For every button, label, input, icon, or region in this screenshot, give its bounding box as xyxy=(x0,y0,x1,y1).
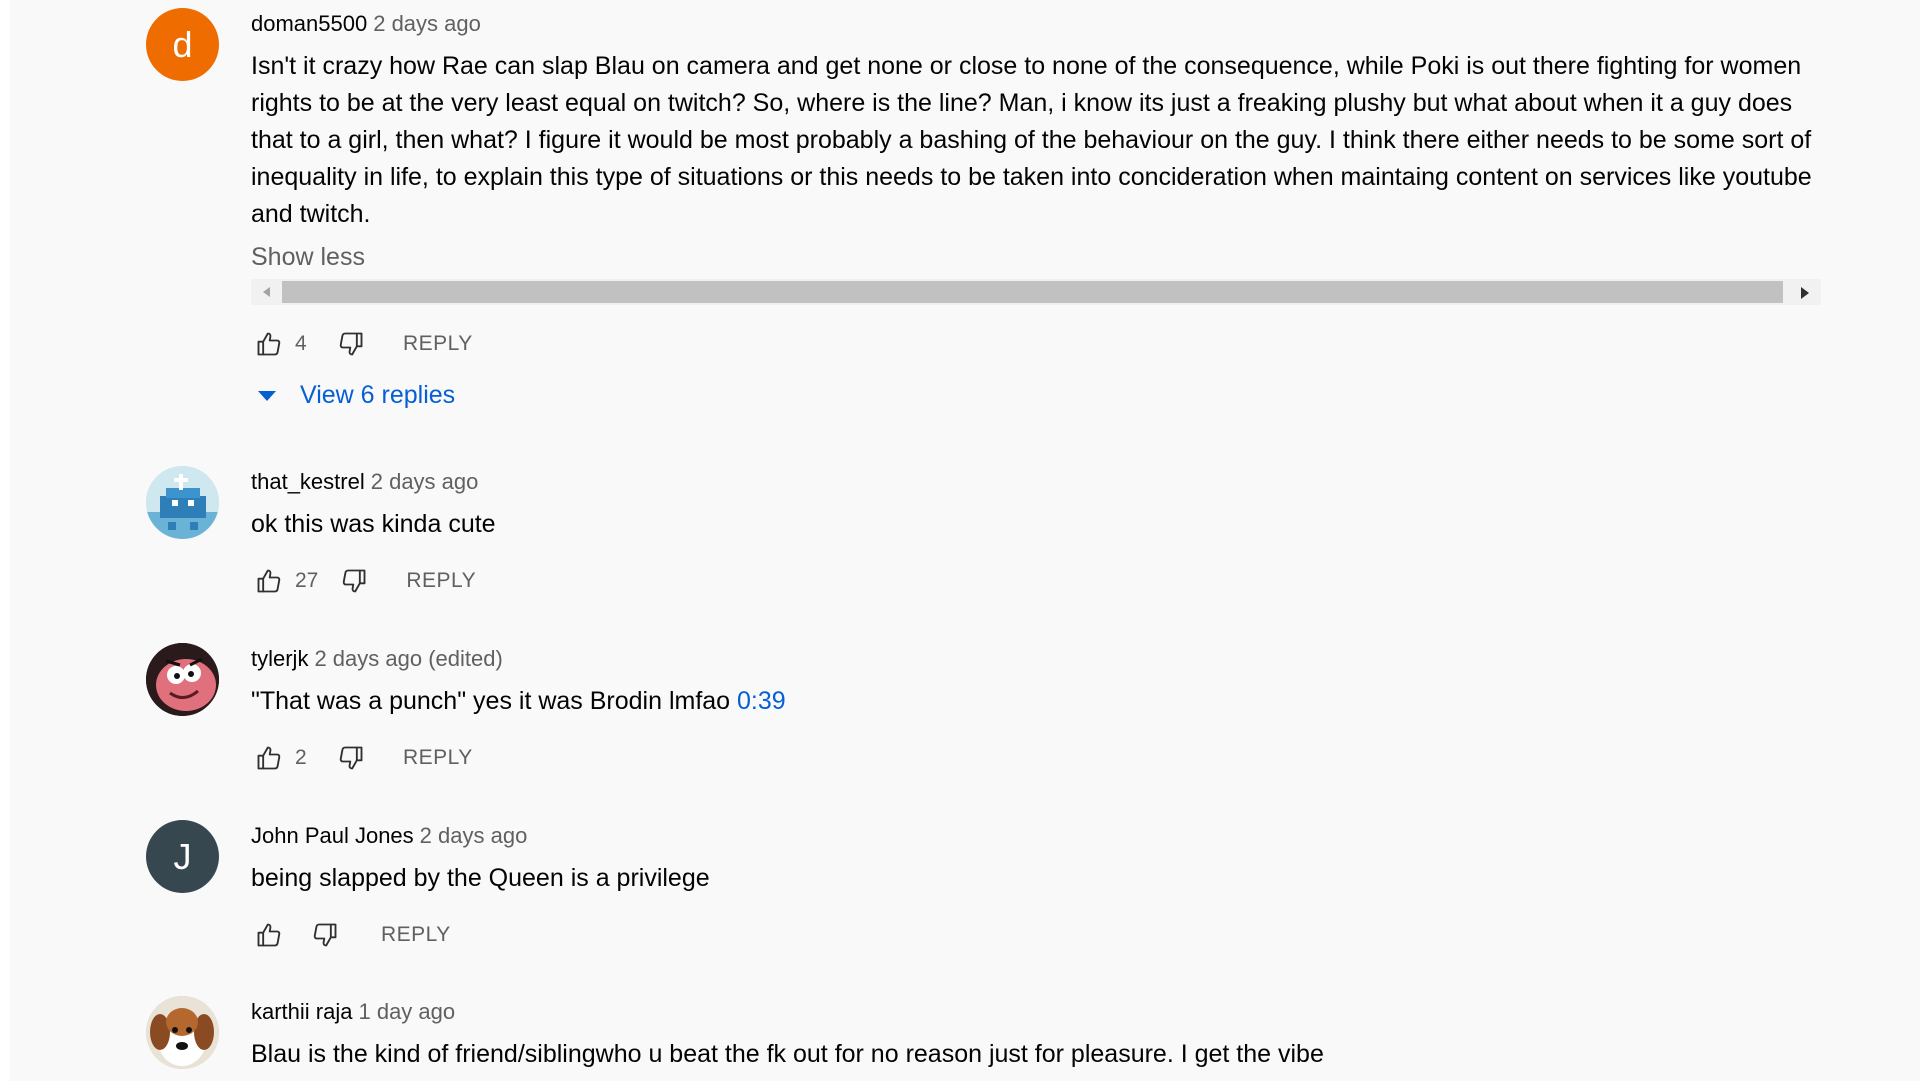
comment-time[interactable]: 2 days ago xyxy=(371,469,479,494)
comment-text: Isn't it crazy how Rae can slap Blau on … xyxy=(251,52,1812,228)
like-button[interactable] xyxy=(251,740,287,776)
view-replies-label: View 6 replies xyxy=(300,381,456,409)
comment-actions: REPLY xyxy=(251,917,451,953)
dislike-button[interactable] xyxy=(333,740,369,776)
thumbs-down-icon xyxy=(339,746,363,770)
comment-time[interactable]: 2 days ago (edited) xyxy=(314,646,502,671)
scrollbar-thumb[interactable] xyxy=(282,281,1783,303)
like-button[interactable] xyxy=(251,326,287,362)
timestamp-link[interactable]: 0:39 xyxy=(737,687,786,715)
avatar[interactable]: J xyxy=(146,820,219,893)
dislike-button[interactable] xyxy=(336,563,372,599)
scroll-right-icon[interactable] xyxy=(1801,287,1809,299)
avatar-letter: J xyxy=(173,835,192,877)
thumbs-down-icon xyxy=(313,923,337,947)
avatar-letter: d xyxy=(172,23,193,65)
reply-button[interactable]: REPLY xyxy=(403,332,473,356)
like-button[interactable] xyxy=(251,563,287,599)
comments-section: d doman5500 2 days ago Isn't it crazy how… xyxy=(10,0,1920,1081)
comment-text: "That was a punch" yes it was Brodin lmf… xyxy=(251,683,1821,720)
show-less-button[interactable]: Show less xyxy=(251,243,365,272)
reply-button[interactable]: REPLY xyxy=(406,569,476,593)
thumbs-up-icon xyxy=(257,746,281,770)
comment-actions: 2 REPLY xyxy=(251,740,473,776)
thumbs-up-icon xyxy=(257,332,281,356)
comment-author[interactable]: tylerjk xyxy=(251,646,308,671)
comment-text-body: "That was a punch" yes it was Brodin lmf… xyxy=(251,687,738,715)
comment-header: that_kestrel 2 days ago xyxy=(251,468,478,496)
like-count: 2 xyxy=(295,746,307,769)
thumbs-up-icon xyxy=(257,923,281,947)
comment-author[interactable]: karthii raja xyxy=(251,999,352,1024)
comment-author[interactable]: doman5500 xyxy=(251,11,367,36)
comment-time[interactable]: 2 days ago xyxy=(373,11,481,36)
comment-time[interactable]: 1 day ago xyxy=(358,999,455,1024)
like-count: 4 xyxy=(295,332,307,355)
pixel-art-icon xyxy=(146,466,219,539)
dislike-button[interactable] xyxy=(333,326,369,362)
comment-header: doman5500 2 days ago xyxy=(251,10,481,38)
comment-text: being slapped by the Queen is a privileg… xyxy=(251,864,710,892)
avatar[interactable] xyxy=(146,643,219,716)
comment-author[interactable]: John Paul Jones xyxy=(251,823,414,848)
like-count: 27 xyxy=(295,569,319,592)
comment-header: tylerjk 2 days ago (edited) xyxy=(251,645,503,673)
like-button[interactable] xyxy=(251,917,287,953)
avatar[interactable] xyxy=(146,996,219,1069)
scroll-left-icon[interactable] xyxy=(263,287,270,297)
reply-button[interactable]: REPLY xyxy=(381,923,451,947)
comment-author[interactable]: that_kestrel xyxy=(251,469,365,494)
comment-actions: 4 REPLY xyxy=(251,326,473,362)
comment-header: John Paul Jones 2 days ago xyxy=(251,822,527,850)
comment-time[interactable]: 2 days ago xyxy=(420,823,528,848)
dislike-button[interactable] xyxy=(307,917,343,953)
view-replies-button[interactable]: View 6 replies xyxy=(258,381,455,410)
caret-down-icon xyxy=(258,390,276,401)
reply-button[interactable]: REPLY xyxy=(403,746,473,770)
avatar[interactable] xyxy=(146,466,219,539)
avatar[interactable]: d xyxy=(146,8,219,81)
thumbs-down-icon xyxy=(343,569,366,593)
comment-text: Blau is the kind of friend/siblingwho u … xyxy=(251,1040,1324,1068)
comment-text: ok this was kinda cute xyxy=(251,510,496,538)
thumbs-down-icon xyxy=(339,332,363,356)
thumbs-up-icon xyxy=(257,569,281,593)
dog-photo-icon xyxy=(146,996,219,1069)
comment-header: karthii raja 1 day ago xyxy=(251,998,455,1026)
comment-actions: 27 REPLY xyxy=(251,563,476,599)
cartoon-character-icon xyxy=(146,643,219,716)
horizontal-scrollbar[interactable] xyxy=(251,279,1821,305)
